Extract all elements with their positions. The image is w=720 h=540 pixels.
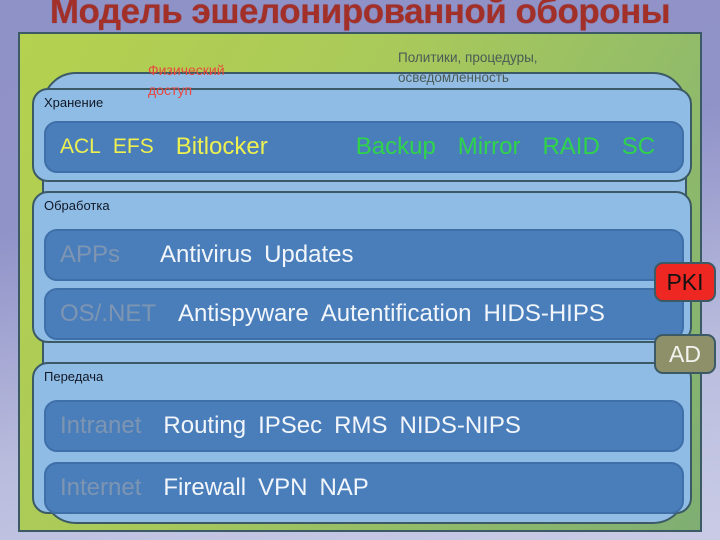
tech-item-hids-hips[interactable]: HIDS-HIPS [484,300,605,328]
tech-item-intranet[interactable]: Intranet [60,412,141,440]
side-badge-pki[interactable]: PKI [654,262,716,302]
tech-item-autentification[interactable]: Autentification [321,300,472,328]
tech-item-nids-nips[interactable]: NIDS-NIPS [400,412,521,440]
tech-item-updates[interactable]: Updates [264,241,353,269]
tech-item-nap[interactable]: NAP [319,474,368,502]
annotation-policies: Политики, процедуры, осведомленность [398,50,538,85]
tech-item-os-net[interactable]: OS/.NET [60,300,156,328]
tech-bar-transmission-row-1[interactable]: Intranet Routing IPSec RMS NIDS-NIPS [44,400,684,452]
tech-item-bitlocker[interactable]: Bitlocker [176,133,268,161]
tech-item-raid[interactable]: RAID [542,133,599,161]
group-label-transmission: Передача [44,369,104,384]
group-label-processing: Обработка [44,198,110,213]
tech-item-internet[interactable]: Internet [60,474,141,502]
side-badge-ad[interactable]: AD [654,334,716,374]
page-title: Модель эшелонированной обороны [49,0,671,31]
tech-item-mirror[interactable]: Mirror [458,133,521,161]
tech-item-sc[interactable]: SC [622,133,655,161]
tech-item-ipsec[interactable]: IPSec [258,412,322,440]
tech-item-antivirus[interactable]: Antivirus [160,241,252,269]
tech-bar-storage-row-1[interactable]: ACL EFS Bitlocker Backup Mirror RAID SC [44,121,684,173]
annotation-physical-access: Физический доступ [148,62,225,98]
tech-item-acl[interactable]: ACL [60,135,101,159]
tech-item-antispyware[interactable]: Antispyware [178,300,309,328]
tech-bar-processing-row-1[interactable]: APPs Antivirus Updates [44,229,684,281]
tech-item-firewall[interactable]: Firewall [163,474,246,502]
tech-item-apps[interactable]: APPs [60,241,120,269]
tech-bar-processing-row-2[interactable]: OS/.NET Antispyware Autentification HIDS… [44,288,684,340]
tech-item-routing[interactable]: Routing [163,412,246,440]
group-label-storage: Хранение [44,95,104,110]
tech-item-vpn[interactable]: VPN [258,474,307,502]
tech-item-rms[interactable]: RMS [334,412,387,440]
tech-item-backup[interactable]: Backup [356,133,436,161]
tech-bar-transmission-row-2[interactable]: Internet Firewall VPN NAP [44,462,684,514]
tech-item-efs[interactable]: EFS [113,135,154,159]
